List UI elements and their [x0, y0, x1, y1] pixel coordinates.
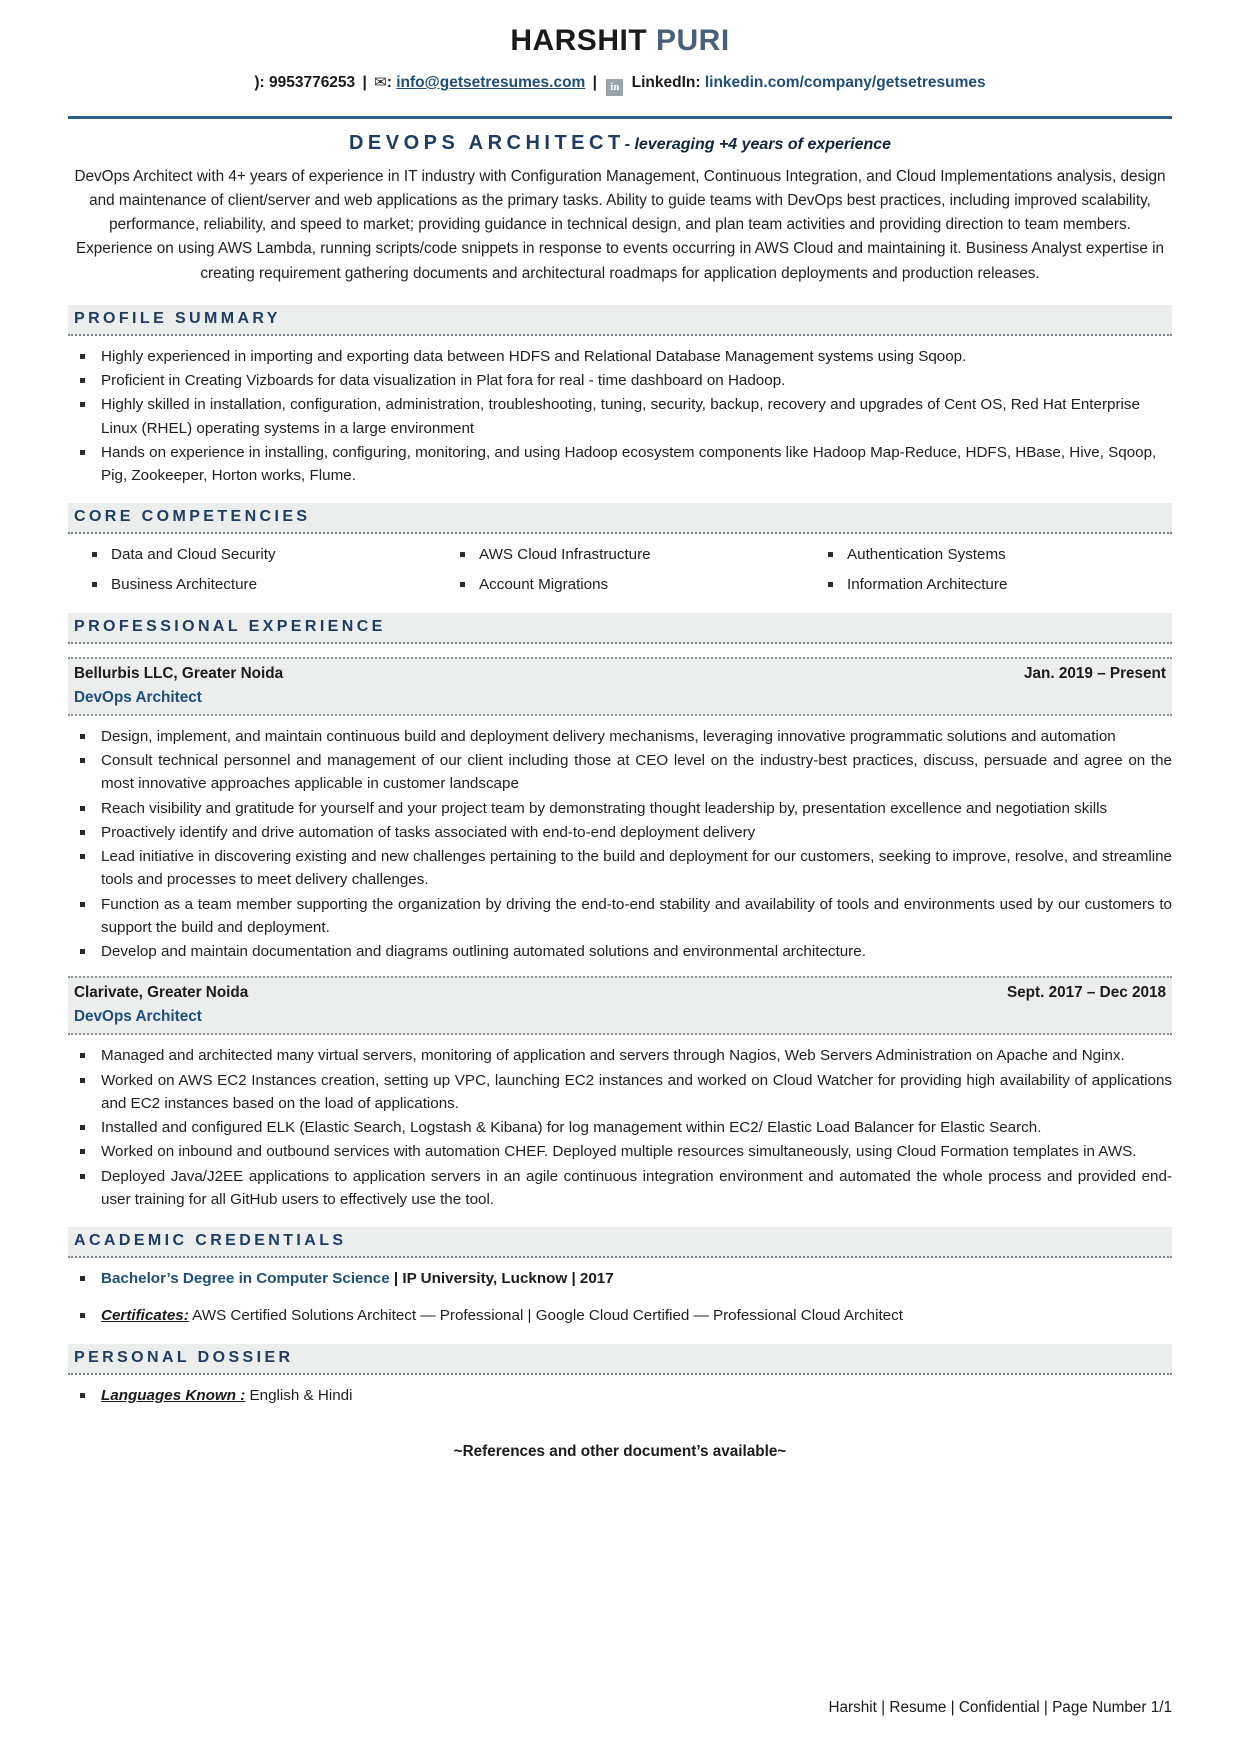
- email-link[interactable]: info@getsetresumes.com: [396, 74, 585, 91]
- languages-label: Languages Known :: [101, 1386, 246, 1404]
- list-item: Certificates: AWS Certified Solutions Ar…: [68, 1304, 1172, 1327]
- list-item: Consult technical personnel and manageme…: [68, 749, 1172, 796]
- personal-list: Languages Known : English & Hindi: [68, 1384, 1172, 1407]
- list-item: Reach visibility and gratitude for yours…: [68, 797, 1172, 820]
- list-item: Managed and architected many virtual ser…: [68, 1044, 1172, 1067]
- list-item: Proactively identify and drive automatio…: [68, 821, 1172, 844]
- job-role-tagline: - leveraging +4 years of experience: [624, 136, 892, 153]
- page-footer: Harshit | Resume | Confidential | Page N…: [828, 1699, 1172, 1716]
- candidate-name: HARSHIT PURI: [68, 0, 1172, 57]
- linkedin-icon: in: [606, 79, 624, 96]
- contact-line: ): 9953776253 | ✉: info@getsetresumes.co…: [68, 73, 1172, 96]
- job-header: Clarivate, Greater Noida Sept. 2017 – De…: [68, 976, 1172, 1009]
- last-name: PURI: [656, 24, 730, 57]
- first-name: HARSHIT: [510, 24, 648, 57]
- core-competencies-grid: Data and Cloud Security AWS Cloud Infras…: [68, 544, 1172, 597]
- job-dates: Sept. 2017 – Dec 2018: [1006, 984, 1166, 1002]
- list-item: Installed and configured ELK (Elastic Se…: [68, 1116, 1172, 1139]
- resume-page: HARSHIT PURI ): 9953776253 | ✉: info@get…: [0, 0, 1240, 1755]
- list-item: Bachelor’s Degree in Computer Science | …: [68, 1267, 1172, 1290]
- mail-colon: :: [386, 74, 392, 91]
- header-divider: [68, 116, 1172, 119]
- document-title: DEVOPS ARCHITECT- leveraging +4 years of…: [68, 132, 1172, 155]
- job-title: DevOps Architect: [68, 688, 1172, 716]
- professional-summary: DevOps Architect with 4+ years of experi…: [74, 168, 1166, 282]
- list-item: Proficient in Creating Vizboards for dat…: [68, 369, 1172, 392]
- list-item: Hands on experience in installing, confi…: [68, 441, 1172, 488]
- list-item: Function as a team member supporting the…: [68, 893, 1172, 940]
- references-note: ~References and other document’s availab…: [453, 1442, 787, 1460]
- academic-list: Bachelor’s Degree in Computer Science | …: [68, 1267, 1172, 1328]
- job-company: Bellurbis LLC, Greater Noida: [74, 664, 284, 682]
- competency-item: Data and Cloud Security: [68, 544, 436, 567]
- job-bullets: Design, implement, and maintain continuo…: [68, 725, 1172, 964]
- section-header-personal-dossier: PERSONAL DOSSIER: [68, 1343, 1172, 1375]
- list-item: Languages Known : English & Hindi: [68, 1384, 1172, 1407]
- list-item: Develop and maintain documentation and d…: [68, 940, 1172, 963]
- job-bullets: Managed and architected many virtual ser…: [68, 1044, 1172, 1211]
- competency-item: AWS Cloud Infrastructure: [436, 544, 804, 567]
- list-item: Worked on AWS EC2 Instances creation, se…: [68, 1069, 1172, 1116]
- phone-icon: ):: [254, 74, 265, 91]
- section-header-academic-credentials: ACADEMIC CREDENTIALS: [68, 1227, 1172, 1259]
- certificates-label: Certificates:: [101, 1307, 189, 1325]
- job-company: Clarivate, Greater Noida: [74, 984, 249, 1002]
- job-title: DevOps Architect: [68, 1008, 1172, 1036]
- job-dates: Jan. 2019 – Present: [1023, 664, 1166, 682]
- mail-icon: ✉: [374, 74, 387, 91]
- languages-value: English & Hindi: [245, 1386, 353, 1404]
- phone-number: 9953776253: [268, 74, 356, 91]
- competency-item: Authentication Systems: [804, 544, 1172, 567]
- list-item: Deployed Java/J2EE applications to appli…: [68, 1165, 1172, 1212]
- job-role-title: DEVOPS ARCHITECT: [348, 132, 625, 154]
- list-item: Lead initiative in discovering existing …: [68, 845, 1172, 892]
- competency-item: Information Architecture: [804, 574, 1172, 597]
- degree-details: | IP University, Lucknow | 2017: [389, 1270, 614, 1288]
- degree-name: Bachelor’s Degree in Computer Science: [101, 1270, 390, 1288]
- section-header-profile-summary: PROFILE SUMMARY: [68, 304, 1172, 336]
- competency-item: Account Migrations: [436, 574, 804, 597]
- linkedin-label: LinkedIn:: [631, 74, 701, 91]
- profile-summary-list: Highly experienced in importing and expo…: [68, 345, 1172, 488]
- section-header-professional-experience: PROFESSIONAL EXPERIENCE: [68, 612, 1172, 644]
- list-item: Worked on inbound and outbound services …: [68, 1140, 1172, 1163]
- list-item: Highly experienced in importing and expo…: [68, 345, 1172, 368]
- section-header-core-competencies: CORE COMPETENCIES: [68, 503, 1172, 535]
- list-item: Highly skilled in installation, configur…: [68, 393, 1172, 440]
- contact-separator-1: |: [362, 74, 367, 91]
- list-item: Design, implement, and maintain continuo…: [68, 725, 1172, 748]
- competency-item: Business Architecture: [68, 574, 436, 597]
- linkedin-url[interactable]: linkedin.com/company/getsetresumes: [705, 74, 986, 91]
- job-header: Bellurbis LLC, Greater Noida Jan. 2019 –…: [68, 656, 1172, 689]
- certificates-value: AWS Certified Solutions Architect — Prof…: [188, 1307, 903, 1325]
- contact-separator-2: |: [592, 74, 597, 91]
